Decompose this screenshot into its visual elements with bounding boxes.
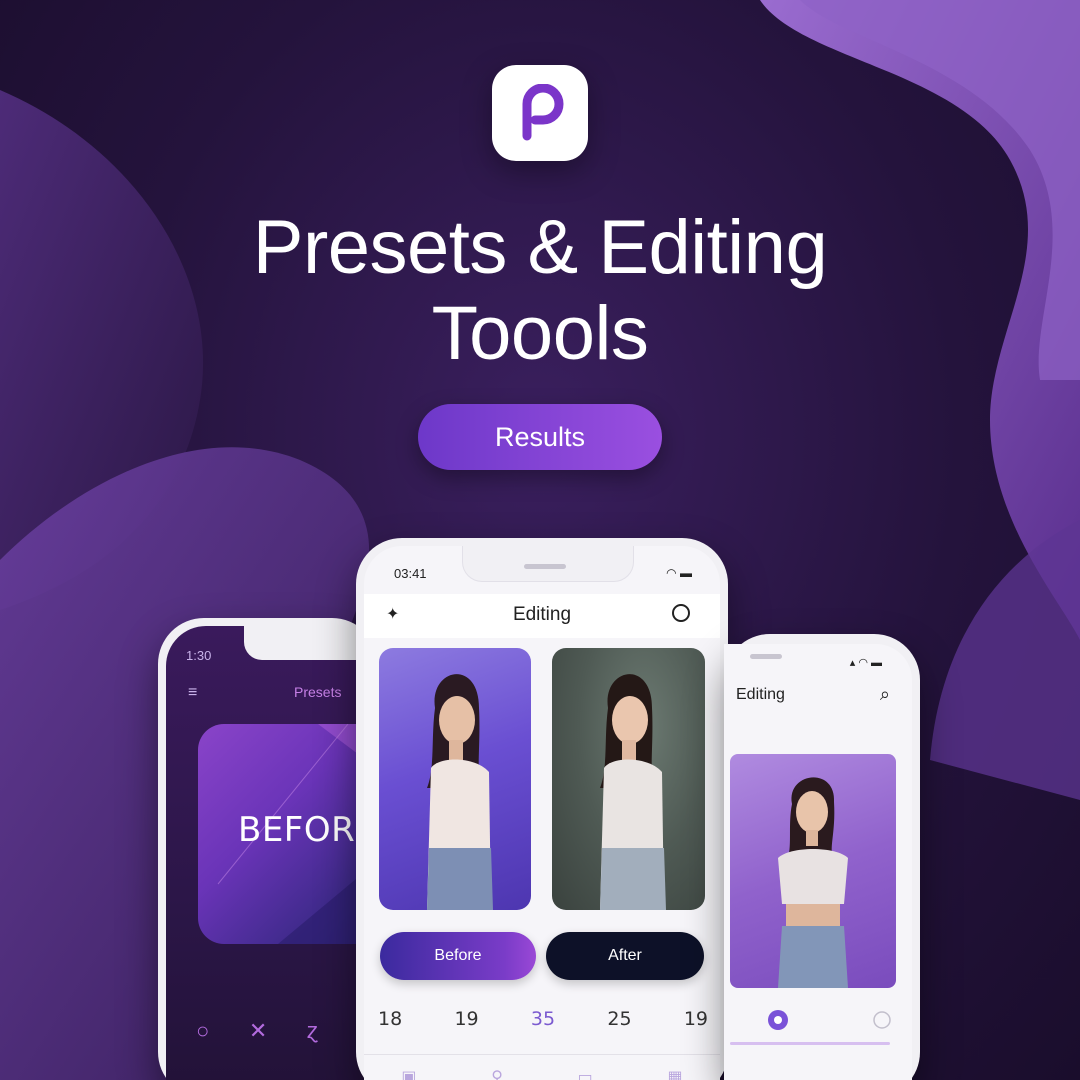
- value-item[interactable]: 19: [684, 1008, 708, 1030]
- person-illustration: [600, 674, 666, 910]
- phone-speaker: [524, 564, 566, 569]
- page-title: Presets: [294, 684, 342, 700]
- value-item[interactable]: 25: [607, 1008, 631, 1030]
- phone-left: 1:30 ≡ Presets BEFORE ○ ✕ ɀ ❧: [158, 618, 378, 1080]
- headline-line-1: Presets & Editing: [252, 205, 828, 290]
- p-logo-icon: [522, 84, 564, 141]
- tool-icons: ○ ✕ ɀ ❧: [196, 1018, 376, 1044]
- results-button[interactable]: Results: [418, 404, 662, 470]
- gallery-icon[interactable]: ▣: [401, 1067, 416, 1080]
- menu-icon[interactable]: ≡: [188, 684, 197, 702]
- before-button[interactable]: Before: [380, 932, 536, 980]
- phone-left-screen: 1:30 ≡ Presets BEFORE ○ ✕ ɀ ❧: [166, 626, 378, 1080]
- phone-speaker: [750, 654, 782, 659]
- circle-icon[interactable]: ○: [196, 1018, 209, 1044]
- after-button[interactable]: After: [546, 932, 704, 980]
- edited-photo[interactable]: [730, 754, 896, 988]
- page-title: Editing: [512, 604, 572, 625]
- wifi-icon: ◠: [858, 657, 868, 669]
- before-card[interactable]: BEFORE: [198, 724, 378, 944]
- status-time: 1:30: [186, 648, 212, 663]
- person-illustration: [427, 674, 493, 910]
- value-item[interactable]: 19: [454, 1008, 478, 1030]
- page-title: Editing: [736, 686, 785, 703]
- value-item[interactable]: 35: [531, 1008, 555, 1030]
- phone-right-screen: ▴ ◠ ▬ Editing ⌕: [724, 644, 912, 1080]
- phone-right: ▴ ◠ ▬ Editing ⌕: [724, 634, 920, 1080]
- crop-icon[interactable]: ▭: [578, 1067, 593, 1080]
- battery-icon: ▬: [680, 566, 692, 580]
- person-illustration: [778, 777, 848, 988]
- signal-icon: ▴: [849, 657, 856, 669]
- control-row: [768, 1010, 891, 1030]
- grid-icon[interactable]: ▦: [667, 1067, 682, 1080]
- search-icon[interactable]: ⌕: [880, 684, 890, 705]
- phone-center-screen: 03:41 ◠ ▬ ✦ Editing Before After 18 19 3…: [364, 546, 720, 1080]
- before-photo[interactable]: [379, 648, 531, 910]
- bottom-tab-bar: ▣ ⚲ ▭ ▦: [364, 1054, 720, 1080]
- status-time: 03:41: [394, 566, 427, 581]
- status-icons: ▴ ◠ ▬: [850, 656, 882, 669]
- filter-icon[interactable]: ⚲: [491, 1067, 503, 1080]
- progress-bar: [730, 1042, 890, 1045]
- value-item[interactable]: 18: [378, 1008, 402, 1030]
- app-logo: [492, 65, 588, 161]
- curve-icon[interactable]: ɀ: [307, 1018, 318, 1044]
- x-icon[interactable]: ✕: [249, 1018, 267, 1044]
- circle-icon[interactable]: [672, 604, 690, 622]
- headline: Presets & Editing Toools: [140, 205, 940, 377]
- phone-center: 03:41 ◠ ▬ ✦ Editing Before After 18 19 3…: [356, 538, 728, 1080]
- after-photo[interactable]: [552, 648, 705, 910]
- headline-line-2: Toools: [431, 291, 649, 376]
- adjustment-values: 18 19 35 25 19: [378, 1008, 708, 1030]
- wifi-icon: ◠: [666, 566, 677, 580]
- info-icon[interactable]: [873, 1011, 891, 1029]
- status-icons: ◠ ▬: [666, 566, 692, 580]
- battery-icon: ▬: [871, 657, 882, 669]
